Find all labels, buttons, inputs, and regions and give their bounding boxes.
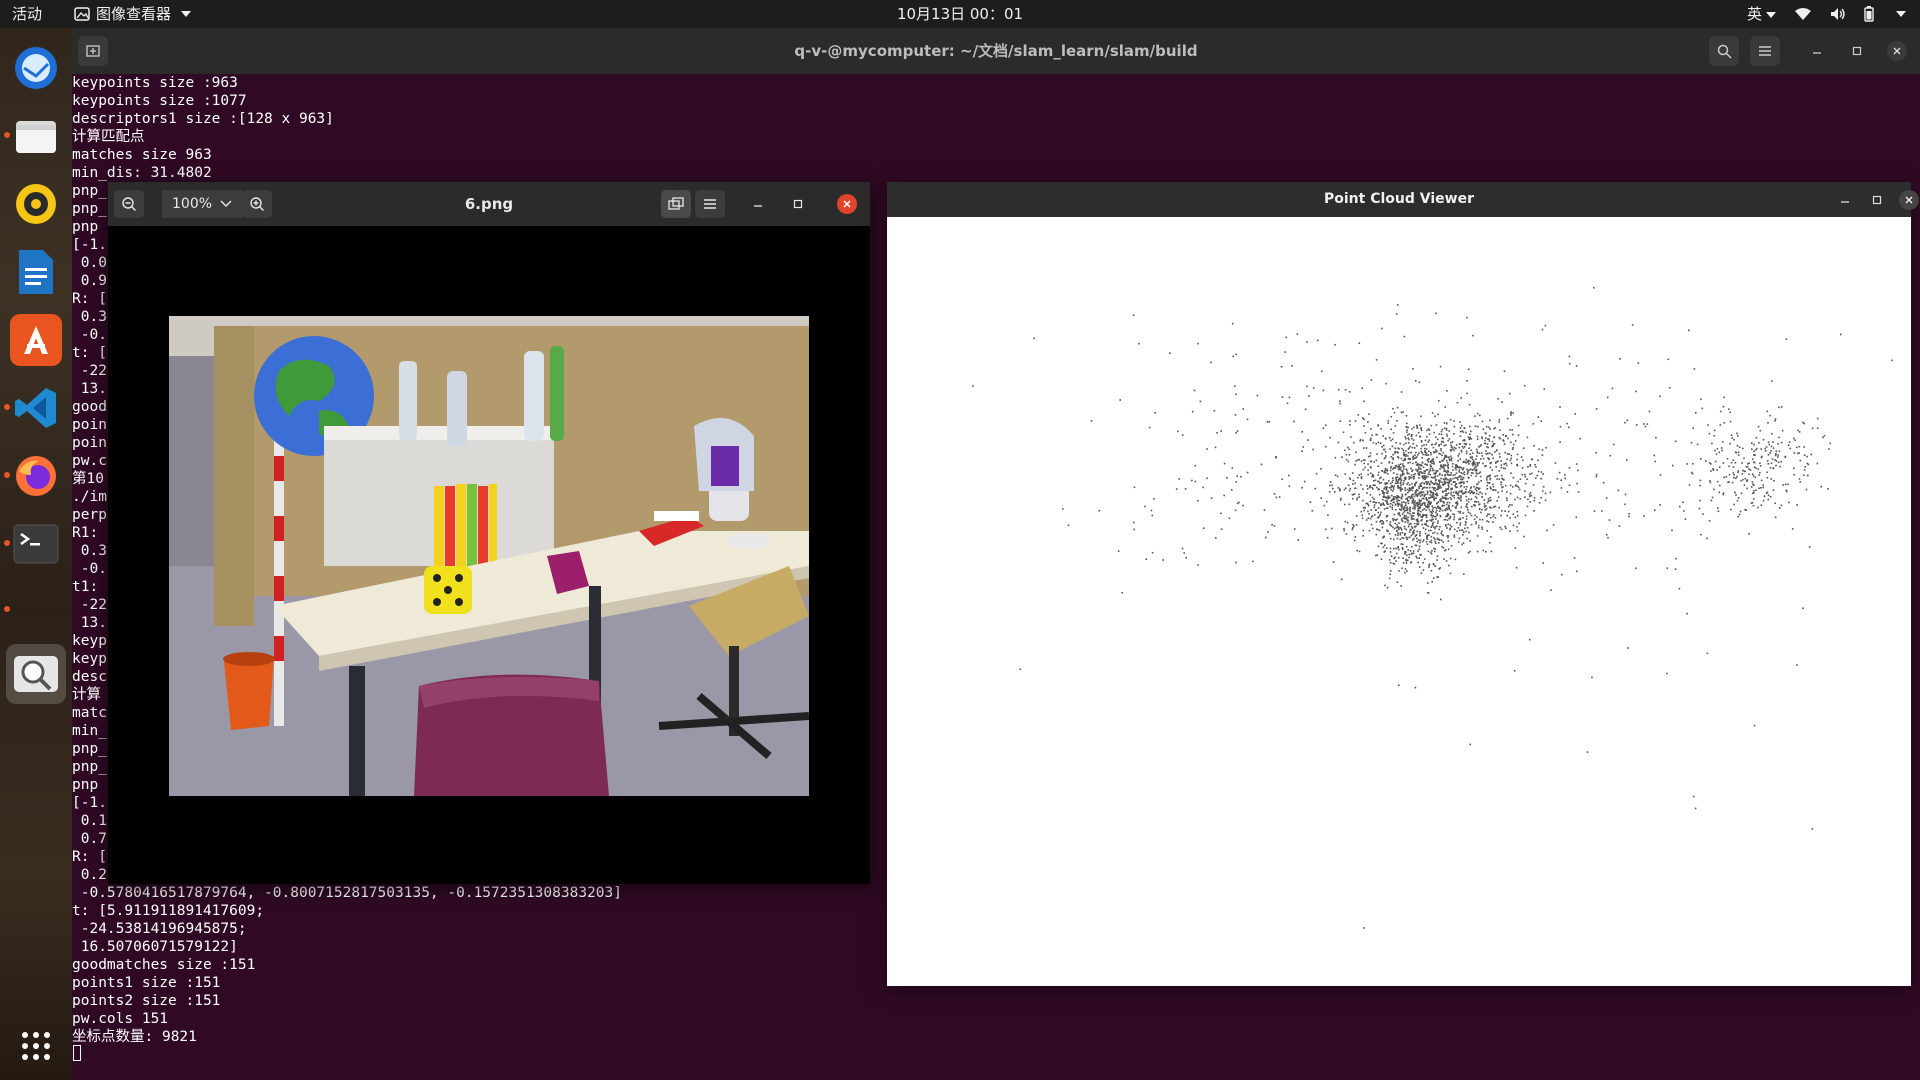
terminal-line: descriptors1 size :[128 x 963]: [72, 111, 334, 127]
hamburger-menu-button[interactable]: [1750, 36, 1780, 66]
search-button[interactable]: [1709, 36, 1739, 66]
terminal-line: 坐标点数量: 9821: [72, 1029, 197, 1045]
music-icon: [16, 184, 56, 224]
running-indicator: [4, 540, 10, 546]
maximize-button[interactable]: [1847, 41, 1867, 61]
app-store-icon: [24, 326, 48, 354]
terminal-line: keypoints size :963: [72, 75, 238, 91]
dock-item-software[interactable]: [10, 314, 62, 366]
minimize-icon: [1813, 52, 1821, 54]
wifi-icon: [1795, 8, 1811, 20]
close-icon: [1905, 196, 1913, 204]
terminal-cursor: [73, 1045, 81, 1061]
dock-item-terminal[interactable]: [4, 518, 62, 570]
hamburger-menu-icon: [704, 199, 716, 209]
close-icon: [843, 200, 851, 208]
viewer-maximize-button[interactable]: [788, 194, 808, 214]
chevron-down-icon: [1766, 11, 1776, 18]
app-menu[interactable]: 图像查看器: [74, 0, 192, 28]
mail-bird-icon: [15, 47, 57, 89]
displayed-image: [169, 316, 809, 796]
terminal-header-bar[interactable]: q-v-@mycomputer: ~/文档/slam_learn/slam/bu…: [72, 28, 1920, 74]
system-menu-chevron-icon[interactable]: [1896, 11, 1906, 17]
clock-container: 10月13日 00：01: [0, 0, 1920, 28]
rotate-button[interactable]: [661, 190, 691, 218]
running-indicator: [4, 472, 10, 478]
rotate-icon: [668, 197, 684, 210]
dock-item-image-viewer[interactable]: [6, 644, 66, 704]
top-bar: 活动 图像查看器 10月13日 00：01 英: [0, 0, 1920, 28]
pcv-maximize-button[interactable]: [1867, 190, 1887, 210]
point-cloud-viewer-header[interactable]: Point Cloud Viewer: [887, 182, 1919, 217]
image-viewer-icon: [74, 7, 90, 21]
terminal-line: 计算匹配点: [72, 129, 145, 145]
running-indicator: [4, 132, 10, 138]
hamburger-menu-icon: [1759, 46, 1771, 56]
office-desk-photo: [169, 316, 809, 796]
point-cloud-viewer-window[interactable]: Point Cloud Viewer: [887, 182, 1919, 986]
maximize-icon: [793, 199, 803, 209]
viewer-menu-button[interactable]: [695, 190, 725, 218]
input-method-label: 英: [1746, 5, 1762, 23]
app-menu-label: 图像查看器: [96, 5, 172, 23]
terminal-line: points2 size :151: [72, 993, 221, 1009]
clock[interactable]: 10月13日 00：01: [897, 5, 1023, 23]
minimize-icon: [1841, 201, 1849, 203]
close-icon: [1893, 47, 1901, 55]
point-cloud-viewer-title: Point Cloud Viewer: [1324, 191, 1474, 207]
dock-item-files[interactable]: [4, 110, 62, 162]
minimize-button[interactable]: [1807, 41, 1827, 61]
document-icon: [19, 250, 53, 294]
search-icon: [1717, 44, 1732, 59]
terminal-line: pw.cols 151: [72, 1011, 169, 1027]
pcv-close-button[interactable]: [1899, 190, 1919, 210]
viewer-minimize-button[interactable]: [748, 194, 768, 214]
dock: [0, 28, 72, 1080]
viewer-close-button[interactable]: [837, 194, 857, 214]
chevron-down-icon: [181, 11, 192, 17]
dock-item-writer[interactable]: [10, 246, 62, 298]
code-editor-icon: [15, 388, 56, 428]
app-grid-icon: [22, 1032, 50, 1060]
terminal-icon: [13, 524, 59, 564]
minimize-icon: [754, 205, 762, 207]
image-viewer-icon: [14, 656, 58, 692]
dock-item-vscode[interactable]: [4, 382, 62, 434]
terminal-title: q-v-@mycomputer: ~/文档/slam_learn/slam/bu…: [794, 42, 1198, 60]
folder-icon: [16, 121, 56, 153]
terminal-line: min_dis: 31.4802: [72, 165, 212, 181]
image-viewer-header[interactable]: 100% 6.png: [108, 182, 870, 226]
terminal-line: matches size 963: [72, 147, 212, 163]
pcv-minimize-button[interactable]: [1835, 190, 1855, 210]
close-button[interactable]: [1887, 41, 1907, 61]
volume-icon: [1831, 8, 1845, 20]
activities-button[interactable]: 活动: [12, 0, 42, 28]
browser-icon: [16, 456, 56, 496]
terminal-line: keypoints size :1077: [72, 93, 247, 109]
running-indicator: [4, 606, 10, 612]
system-tray[interactable]: 英: [1747, 0, 1906, 28]
running-indicator: [4, 404, 10, 410]
point-cloud-canvas[interactable]: [887, 217, 1911, 986]
dock-item-thunderbird[interactable]: [10, 42, 62, 94]
maximize-icon: [1872, 195, 1882, 205]
maximize-icon: [1852, 46, 1862, 56]
dock-item-firefox[interactable]: [4, 450, 62, 502]
battery-icon: [1864, 6, 1874, 22]
input-method-indicator[interactable]: 英: [1747, 0, 1776, 28]
dock-item-rhythmbox[interactable]: [10, 178, 62, 230]
show-applications-button[interactable]: [10, 1020, 62, 1072]
image-viewer-window[interactable]: 100% 6.png: [108, 182, 870, 884]
